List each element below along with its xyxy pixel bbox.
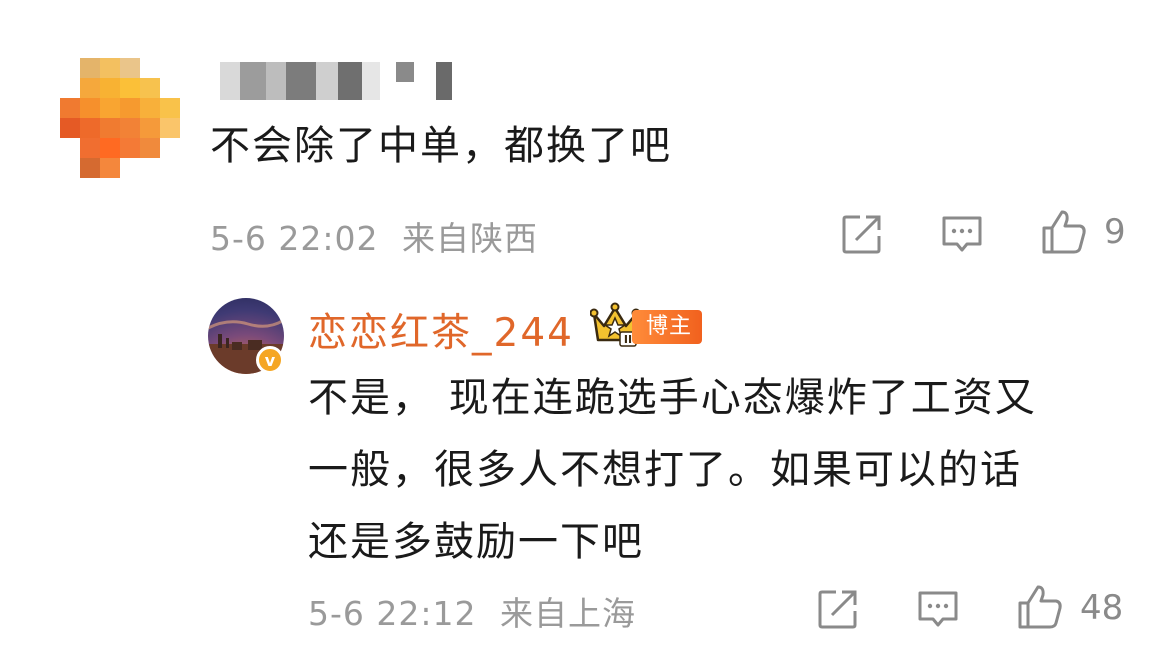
comment-like-count: 9 (1104, 212, 1126, 252)
reply-location: 来自上海 (500, 594, 636, 633)
like-icon[interactable] (1016, 583, 1064, 631)
pixelated-avatar[interactable] (60, 58, 182, 180)
author-tag: 博主 (632, 310, 703, 344)
reply-text: 不是， 现在连跪选手心态爆炸了工资又 一般，很多人不想打了。如果可以的话 还是多… (308, 362, 1037, 578)
reply-text-line: 不是， 现在连跪选手心态爆炸了工资又 (308, 375, 1037, 421)
verified-badge-icon: v (256, 346, 284, 374)
comment-icon[interactable] (940, 212, 984, 256)
comment-meta: 5-6 22:02 来自陕西 (210, 212, 538, 260)
crown-level: II (624, 333, 632, 346)
comment-location: 来自陕西 (402, 219, 538, 258)
reply-username[interactable]: 恋恋红茶_244 (308, 302, 574, 358)
comment-icon[interactable] (916, 587, 960, 631)
comment-timestamp: 5-6 22:02 (210, 219, 379, 258)
comment-text: 不会除了中单，都换了吧 (210, 123, 672, 169)
reply-like-count: 48 (1080, 588, 1124, 628)
share-icon[interactable] (816, 587, 860, 631)
share-icon[interactable] (840, 212, 884, 256)
like-icon[interactable] (1040, 208, 1088, 256)
reply-timestamp: 5-6 22:12 (308, 594, 477, 633)
reply-text-line: 一般，很多人不想打了。如果可以的话 (308, 447, 1022, 493)
reply-text-line: 还是多鼓励一下吧 (308, 519, 644, 565)
blurred-username[interactable] (220, 62, 452, 100)
reply-meta: 5-6 22:12 来自上海 (308, 587, 636, 635)
